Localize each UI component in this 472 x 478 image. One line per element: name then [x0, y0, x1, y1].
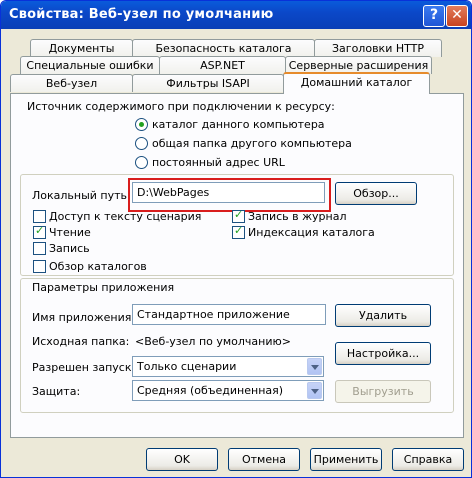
tab-label: Серверные расширения [288, 59, 429, 72]
close-icon: ✕ [451, 7, 463, 23]
apply-button[interactable]: Применить [310, 448, 382, 471]
tab-custom-errors[interactable]: Специальные ошибки [20, 56, 160, 74]
app-name-input[interactable]: Стандартное приложение [132, 304, 326, 325]
start-point-label: Исходная папка: [32, 335, 130, 348]
tab-label: ASP.NET [200, 59, 245, 72]
exec-perm-value: Только сценарии [137, 360, 237, 373]
dir-browse-label: Обзор каталогов [49, 260, 147, 273]
cancel-button[interactable]: Отмена [228, 448, 300, 471]
tab-directory-security[interactable]: Безопасность каталога [132, 39, 315, 57]
tab-aspnet[interactable]: ASP.NET [159, 56, 286, 74]
close-button[interactable]: ✕ [446, 5, 468, 27]
tab-label: Домашний каталог [300, 76, 413, 89]
protection-select[interactable]: Средняя (объединенная) [132, 380, 324, 401]
window-title: Свойства: Веб-узел по умолчанию [9, 7, 274, 22]
index-label: Индексация каталога [248, 226, 375, 239]
browse-button[interactable]: Обзор... [335, 182, 417, 205]
tab-http-headers[interactable]: Заголовки HTTP [314, 39, 442, 57]
radio-local-dir-label: каталог данного компьютера [152, 118, 325, 131]
tab-label: Фильтры ISAPI [166, 77, 250, 90]
checkbox-write[interactable] [33, 242, 46, 255]
local-path-label: Локальный путь: [32, 189, 131, 202]
protection-value: Средняя (объединенная) [137, 384, 284, 397]
script-source-label: Доступ к тексту сценария [49, 210, 202, 223]
checkbox-index[interactable] [232, 224, 245, 239]
log-visits-label: Запись в журнал [248, 210, 347, 223]
read-label: Чтение [49, 226, 91, 239]
tab-home-directory[interactable]: Домашний каталог [283, 72, 430, 94]
tab-label: Заголовки HTTP [332, 42, 424, 55]
radio-share-label: общая папка другого компьютера [152, 137, 352, 150]
chevron-down-icon[interactable] [307, 382, 322, 399]
checkbox-read[interactable] [33, 224, 46, 239]
radio-redirect-url-label: постоянный адрес URL [152, 156, 285, 169]
tab-isapi-filters[interactable]: Фильтры ISAPI [132, 74, 284, 92]
ok-button[interactable]: OK [146, 448, 218, 471]
unload-button: Выгрузить [335, 380, 431, 403]
chevron-down-icon[interactable] [307, 358, 322, 375]
checkbox-log-visits[interactable] [232, 208, 245, 223]
configure-button[interactable]: Настройка... [335, 342, 431, 365]
protection-label: Защита: [32, 385, 81, 398]
checkbox-script-source[interactable] [33, 210, 46, 223]
remove-button[interactable]: Удалить [335, 304, 431, 327]
radio-share[interactable] [135, 137, 148, 150]
radio-redirect-url[interactable] [135, 156, 148, 169]
help-button[interactable]: Справка [392, 448, 464, 471]
question-icon: ? [429, 7, 439, 23]
tab-label: Безопасность каталога [155, 42, 292, 55]
local-path-input[interactable]: D:\WebPages [132, 182, 325, 203]
app-name-label: Имя приложения: [32, 311, 136, 324]
title-bar: Свойства: Веб-узел по умолчанию ? ✕ [1, 1, 471, 29]
exec-perm-label: Разрешен запуск: [32, 361, 136, 374]
exec-perm-select[interactable]: Только сценарии [132, 356, 324, 377]
properties-dialog: Свойства: Веб-узел по умолчанию ? ✕ Доку… [0, 0, 472, 478]
help-title-button[interactable]: ? [423, 5, 445, 27]
tab-label: Документы [48, 42, 115, 55]
source-label: Источник содержимого при подключении к р… [27, 100, 335, 113]
tab-label: Специальные ошибки [26, 59, 154, 72]
start-point-value: <Веб-узел по умолчанию> [135, 335, 291, 348]
write-label: Запись [49, 242, 90, 255]
tab-documents[interactable]: Документы [30, 39, 133, 57]
radio-local-dir[interactable] [135, 118, 148, 131]
app-settings-label: Параметры приложения [32, 281, 175, 294]
checkbox-dir-browse[interactable] [33, 260, 46, 273]
tab-website[interactable]: Веб-узел [10, 74, 133, 92]
tab-label: Веб-узел [45, 77, 98, 90]
